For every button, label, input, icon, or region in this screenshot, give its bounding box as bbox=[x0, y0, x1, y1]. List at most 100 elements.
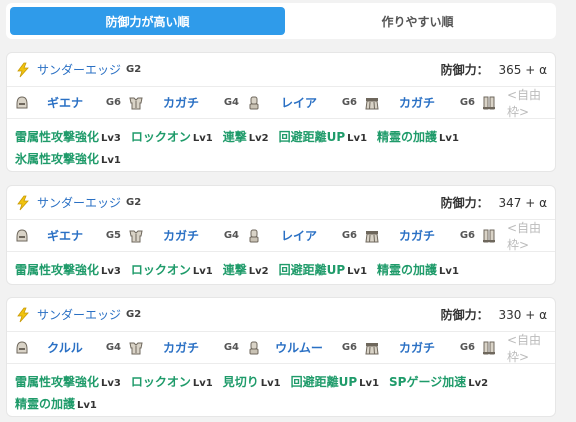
build-card[interactable]: サンダーエッジ G2 防御力： 365 + α ギエナ G6 カガチ G4 レイア G6 カ… bbox=[6, 52, 556, 172]
skill-name: 連撃 bbox=[222, 130, 247, 144]
armor-name: カガチ bbox=[162, 229, 199, 243]
armor-name: カガチ bbox=[398, 96, 435, 110]
skill-level: Lv2 bbox=[248, 133, 269, 144]
armor-name: レイア bbox=[280, 96, 317, 110]
skill-level: Lv1 bbox=[439, 133, 459, 144]
skill-name: 氷属性攻撃強化 bbox=[15, 152, 100, 166]
armor-name: クルル bbox=[47, 341, 83, 355]
skill-level: Lv1 bbox=[347, 133, 368, 144]
skill-name: 精霊の加護 bbox=[15, 397, 76, 411]
defense-value: 防御力： 365 + α bbox=[441, 61, 547, 78]
armor-slot[interactable]: ギエナ G5 bbox=[13, 227, 121, 245]
lightning-icon bbox=[15, 62, 31, 78]
skill-level: Lv1 bbox=[77, 400, 97, 411]
skill-level: Lv3 bbox=[101, 378, 121, 389]
skill-item: 雷属性攻撃強化 Lv3 bbox=[15, 260, 121, 282]
tab-easiest-to-make[interactable]: 作りやすい順 bbox=[285, 7, 550, 35]
skill-item: 精霊の加護 Lv1 bbox=[377, 127, 459, 149]
leg-icon bbox=[481, 94, 497, 112]
armor-slot[interactable]: レイア G6 bbox=[245, 94, 357, 112]
skill-list: 雷属性攻撃強化 Lv3 ロックオン Lv1 連撃 Lv2 回避距離UP Lv1 精霊の加護 Lv1 bbox=[7, 252, 555, 288]
skill-item: 精霊の加護 Lv1 bbox=[15, 394, 97, 416]
armor-slot[interactable]: クルル G4 bbox=[13, 339, 121, 357]
arm-icon bbox=[245, 339, 263, 357]
skill-item: 回避距離UP Lv1 bbox=[279, 260, 367, 282]
skill-item: 回避距離UP Lv1 bbox=[279, 127, 367, 149]
armor-level: G4 bbox=[223, 230, 239, 241]
armor-slot[interactable]: カガチ G4 bbox=[127, 227, 239, 245]
leg-icon bbox=[481, 227, 497, 245]
lightning-icon bbox=[15, 307, 31, 323]
armor-slot[interactable]: カガチ G6 bbox=[363, 227, 475, 245]
defense-label: 防御力： bbox=[440, 196, 489, 210]
skill-name: 連撃 bbox=[222, 263, 247, 277]
skill-item: 見切り Lv1 bbox=[223, 372, 281, 394]
skill-list: 雷属性攻撃強化 Lv3 ロックオン Lv1 見切り Lv1 回避距離UP Lv1 SPゲージ加速… bbox=[7, 364, 555, 422]
skill-list: 雷属性攻撃強化 Lv3 ロックオン Lv1 連撃 Lv2 回避距離UP Lv1 精霊の加護 Lv1… bbox=[7, 119, 555, 177]
skill-level: Lv3 bbox=[101, 133, 121, 144]
skill-name: 回避距離UP bbox=[290, 375, 358, 389]
waist-icon bbox=[363, 227, 381, 245]
skill-name: 回避距離UP bbox=[278, 263, 346, 277]
chest-icon bbox=[127, 227, 145, 245]
armor-name: カガチ bbox=[398, 341, 435, 355]
armor-slot[interactable]: レイア G6 bbox=[245, 227, 357, 245]
free-slot-label: <自由枠> bbox=[507, 220, 542, 252]
armor-name: ギエナ bbox=[46, 229, 83, 243]
weapon-grade: G2 bbox=[126, 309, 142, 320]
skill-level: Lv3 bbox=[101, 266, 121, 277]
free-slot[interactable]: <自由枠> bbox=[481, 331, 549, 365]
skill-level: Lv1 bbox=[439, 266, 459, 277]
weapon-grade: G2 bbox=[126, 197, 142, 208]
skill-item: ロックオン Lv1 bbox=[131, 372, 213, 394]
defense-number: 347 + α bbox=[498, 196, 548, 210]
armor-slot[interactable]: カガチ G6 bbox=[363, 94, 475, 112]
armor-level: G6 bbox=[341, 230, 357, 241]
armor-level: G5 bbox=[105, 230, 121, 241]
build-card[interactable]: サンダーエッジ G2 防御力： 330 + α クルル G4 カガチ G4 ウルムー G6… bbox=[6, 297, 556, 417]
skill-level: Lv2 bbox=[468, 378, 489, 389]
skill-level: Lv1 bbox=[347, 266, 368, 277]
weapon-grade: G2 bbox=[126, 64, 142, 75]
skill-item: 雷属性攻撃強化 Lv3 bbox=[15, 372, 121, 394]
defense-number: 365 + α bbox=[498, 63, 548, 77]
build-card-header: サンダーエッジ G2 防御力： 347 + α bbox=[7, 186, 555, 220]
build-card[interactable]: サンダーエッジ G2 防御力： 347 + α ギエナ G5 カガチ G4 レイア G6 カ… bbox=[6, 185, 556, 285]
armor-slot[interactable]: カガチ G4 bbox=[127, 339, 239, 357]
helmet-icon bbox=[13, 227, 31, 245]
free-slot[interactable]: <自由枠> bbox=[481, 86, 549, 120]
skill-level: Lv1 bbox=[192, 266, 213, 277]
skill-name: 精霊の加護 bbox=[377, 263, 438, 277]
skill-item: ロックオン Lv1 bbox=[131, 127, 213, 149]
skill-name: ロックオン bbox=[130, 263, 191, 277]
armor-level: G4 bbox=[223, 97, 239, 108]
tab-highest-defense[interactable]: 防御力が高い順 bbox=[10, 7, 285, 35]
weapon-name: サンダーエッジ bbox=[37, 308, 122, 322]
armor-level: G6 bbox=[459, 342, 475, 353]
armor-slot[interactable]: カガチ G4 bbox=[127, 94, 239, 112]
helmet-icon bbox=[13, 94, 31, 112]
skill-item: ロックオン Lv1 bbox=[131, 260, 213, 282]
waist-icon bbox=[363, 94, 381, 112]
skill-name: 雷属性攻撃強化 bbox=[15, 130, 100, 144]
armor-level: G4 bbox=[105, 342, 121, 353]
armor-row: ギエナ G5 カガチ G4 レイア G6 カガチ G6 <自由枠> bbox=[7, 220, 555, 252]
armor-slot[interactable]: ウルムー G6 bbox=[245, 339, 357, 357]
build-card-header: サンダーエッジ G2 防御力： 365 + α bbox=[7, 53, 555, 87]
sort-tabs: 防御力が高い順 作りやすい順 bbox=[6, 3, 556, 39]
waist-icon bbox=[363, 339, 381, 357]
free-slot-label: <自由枠> bbox=[507, 332, 542, 364]
free-slot-label: <自由枠> bbox=[507, 87, 542, 119]
armor-level: G6 bbox=[105, 97, 121, 108]
leg-icon bbox=[481, 339, 497, 357]
lightning-icon bbox=[15, 195, 31, 211]
skill-item: 連撃 Lv2 bbox=[223, 127, 269, 149]
skill-level: Lv1 bbox=[192, 133, 213, 144]
armor-slot[interactable]: ギエナ G6 bbox=[13, 94, 121, 112]
free-slot[interactable]: <自由枠> bbox=[481, 219, 549, 253]
armor-name: カガチ bbox=[162, 341, 199, 355]
armor-level: G6 bbox=[459, 230, 475, 241]
armor-slot[interactable]: カガチ G6 bbox=[363, 339, 475, 357]
skill-name: 回避距離UP bbox=[278, 130, 346, 144]
skill-item: SPゲージ加速 Lv2 bbox=[389, 372, 488, 394]
